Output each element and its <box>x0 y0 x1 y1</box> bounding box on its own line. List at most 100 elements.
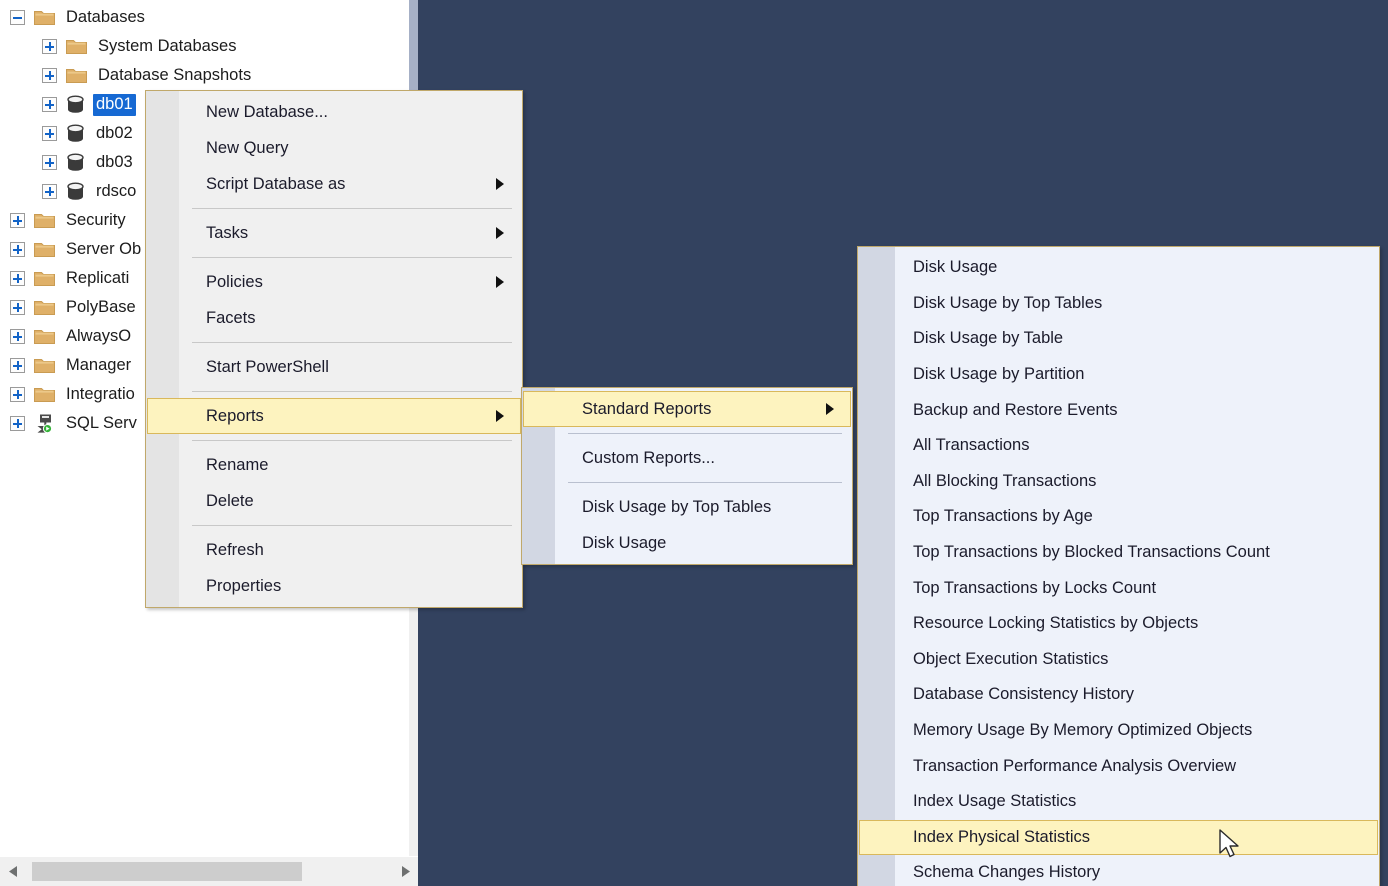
expand-icon[interactable] <box>42 39 57 54</box>
expand-icon[interactable] <box>42 68 57 83</box>
menu-item-custom-reports[interactable]: Custom Reports... <box>523 440 851 476</box>
menu-separator <box>192 208 512 209</box>
menu-item-label: Disk Usage by Top Tables <box>582 497 772 516</box>
menu-item-start-powershell[interactable]: Start PowerShell <box>147 349 521 385</box>
tree-item-label: AlwaysO <box>66 326 132 345</box>
menu-item-list: Standard Reports Custom Reports... Disk Us… <box>522 391 852 561</box>
menu-item-label: Schema Changes History <box>913 863 1101 882</box>
menu-item-label: Custom Reports... <box>582 448 715 467</box>
folder-icon <box>34 330 55 344</box>
menu-item-schema-changes-history[interactable]: Schema Changes History <box>859 855 1378 886</box>
expand-icon[interactable] <box>10 329 25 344</box>
menu-item-label: Disk Usage by Table <box>913 329 1064 348</box>
expand-icon[interactable] <box>10 387 25 402</box>
menu-item-policies[interactable]: Policies <box>147 264 521 300</box>
menu-item-all-blocking-transactions[interactable]: All Blocking Transactions <box>859 464 1378 500</box>
tree-horizontal-scrollbar-track[interactable] <box>26 857 392 886</box>
menu-item-list: Disk Usage Disk Usage by Top Tables Disk U… <box>858 250 1379 886</box>
expand-icon[interactable] <box>42 97 57 112</box>
folder-icon <box>66 69 87 83</box>
menu-item-properties[interactable]: Properties <box>147 568 521 604</box>
menu-item-top-transactions-by-blocked-transactions-count[interactable]: Top Transactions by Blocked Transactions… <box>859 535 1378 571</box>
folder-icon <box>34 11 55 25</box>
menu-item-disk-usage-by-partition[interactable]: Disk Usage by Partition <box>859 357 1378 393</box>
menu-item-disk-usage[interactable]: Disk Usage <box>859 250 1378 286</box>
standard-reports-submenu[interactable]: Disk Usage Disk Usage by Top Tables Disk U… <box>857 246 1380 886</box>
expand-icon[interactable] <box>10 242 25 257</box>
tree-item-label: PolyBase <box>66 297 136 316</box>
menu-item-script-database-as[interactable]: Script Database as <box>147 166 521 202</box>
menu-item-new-query[interactable]: New Query <box>147 130 521 166</box>
menu-item-label: Resource Locking Statistics by Objects <box>913 614 1199 633</box>
menu-item-label: Disk Usage by Partition <box>913 365 1085 384</box>
tree-item-label: Databases <box>66 7 145 26</box>
expand-icon[interactable] <box>42 155 57 170</box>
menu-item-label: Standard Reports <box>582 399 712 418</box>
menu-item-reports[interactable]: Reports <box>147 398 521 434</box>
menu-item-disk-usage[interactable]: Disk Usage <box>523 525 851 561</box>
expand-icon[interactable] <box>42 184 57 199</box>
tree-item-label: Integratio <box>66 384 135 403</box>
menu-item-memory-usage-by-memory-optimized-objects[interactable]: Memory Usage By Memory Optimized Objects <box>859 713 1378 749</box>
expand-icon[interactable] <box>42 126 57 141</box>
tree-item-databases[interactable]: Databases <box>0 3 418 32</box>
expand-icon[interactable] <box>10 416 25 431</box>
menu-item-label: All Transactions <box>913 436 1030 455</box>
tree-item-label: rdsco <box>96 181 137 200</box>
menu-item-rename[interactable]: Rename <box>147 447 521 483</box>
menu-separator <box>192 525 512 526</box>
menu-item-label: Policies <box>206 272 263 291</box>
folder-icon <box>34 359 55 373</box>
menu-item-label: Transaction Performance Analysis Overvie… <box>913 756 1237 775</box>
database-context-menu[interactable]: New Database... New Query Script Database … <box>145 90 523 608</box>
folder-icon <box>34 388 55 402</box>
scroll-right-arrow-icon[interactable] <box>392 857 418 886</box>
menu-separator <box>192 257 512 258</box>
menu-item-label: Facets <box>206 308 256 327</box>
tree-horizontal-scrollbar-thumb[interactable] <box>32 861 302 881</box>
tree-item-label: Security <box>66 210 126 229</box>
menu-item-index-physical-statistics[interactable]: Index Physical Statistics <box>859 819 1378 856</box>
folder-icon <box>66 40 87 54</box>
menu-item-list: New Database... New Query Script Database … <box>146 94 522 604</box>
menu-item-delete[interactable]: Delete <box>147 483 521 519</box>
menu-item-backup-and-restore-events[interactable]: Backup and Restore Events <box>859 392 1378 428</box>
menu-item-label: Properties <box>206 576 282 595</box>
menu-item-disk-usage-by-top-tables[interactable]: Disk Usage by Top Tables <box>859 286 1378 322</box>
menu-item-all-transactions[interactable]: All Transactions <box>859 428 1378 464</box>
expand-icon[interactable] <box>10 271 25 286</box>
menu-item-index-usage-statistics[interactable]: Index Usage Statistics <box>859 784 1378 820</box>
expand-icon[interactable] <box>10 300 25 315</box>
menu-item-label: Script Database as <box>206 174 346 193</box>
menu-item-database-consistency-history[interactable]: Database Consistency History <box>859 677 1378 713</box>
menu-item-facets[interactable]: Facets <box>147 300 521 336</box>
reports-submenu[interactable]: Standard Reports Custom Reports... Disk Us… <box>521 387 853 565</box>
tree-horizontal-scrollbar[interactable] <box>0 856 418 886</box>
menu-separator <box>192 342 512 343</box>
menu-item-disk-usage-by-table[interactable]: Disk Usage by Table <box>859 321 1378 357</box>
menu-item-resource-locking-statistics-by-objects[interactable]: Resource Locking Statistics by Objects <box>859 606 1378 642</box>
collapse-icon[interactable] <box>10 10 25 25</box>
tree-item-label: SQL Serv <box>66 413 137 432</box>
menu-item-top-transactions-by-age[interactable]: Top Transactions by Age <box>859 499 1378 535</box>
database-icon <box>67 124 84 142</box>
expand-icon[interactable] <box>10 213 25 228</box>
menu-item-top-transactions-by-locks-count[interactable]: Top Transactions by Locks Count <box>859 570 1378 606</box>
menu-item-transaction-performance-analysis-overview[interactable]: Transaction Performance Analysis Overvie… <box>859 748 1378 784</box>
menu-item-label: Object Execution Statistics <box>913 649 1109 668</box>
menu-separator <box>192 391 512 392</box>
folder-icon <box>34 301 55 315</box>
tree-item-database-snapshots[interactable]: Database Snapshots <box>0 61 418 90</box>
menu-item-tasks[interactable]: Tasks <box>147 215 521 251</box>
menu-item-standard-reports[interactable]: Standard Reports <box>523 391 851 427</box>
menu-item-new-database[interactable]: New Database... <box>147 94 521 130</box>
menu-item-label: Delete <box>206 491 254 510</box>
tree-item-system-databases[interactable]: System Databases <box>0 32 418 61</box>
scroll-left-arrow-icon[interactable] <box>0 857 26 886</box>
database-icon <box>67 95 84 113</box>
menu-item-object-execution-statistics[interactable]: Object Execution Statistics <box>859 642 1378 678</box>
menu-item-refresh[interactable]: Refresh <box>147 532 521 568</box>
menu-item-disk-usage-by-top-tables[interactable]: Disk Usage by Top Tables <box>523 489 851 525</box>
expand-icon[interactable] <box>10 358 25 373</box>
menu-item-label: Refresh <box>206 540 264 559</box>
